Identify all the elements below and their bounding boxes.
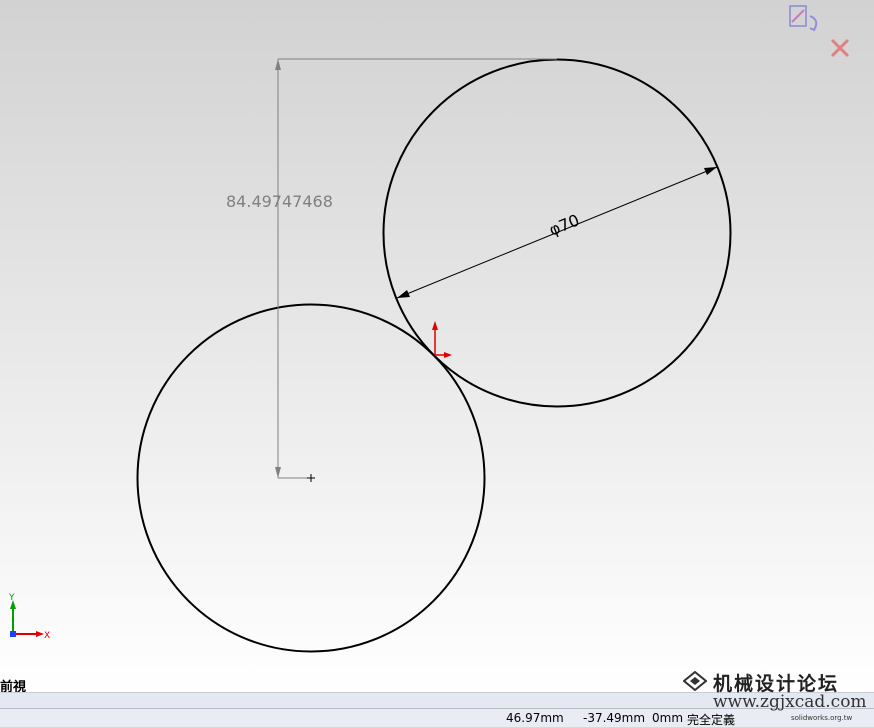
close-icon[interactable] xyxy=(830,38,850,58)
sketch-canvas[interactable]: 84.49747468 φ70 Y X xyxy=(0,0,874,692)
watermark-logo-icon xyxy=(683,671,707,691)
watermark: 机械设计论坛 www.zgjxcad.com solidworks.org.tw xyxy=(683,668,874,726)
status-z-coordinate: 0mm xyxy=(652,711,684,725)
watermark-sub: solidworks.org.tw xyxy=(791,714,853,722)
rebuild-icon[interactable] xyxy=(789,5,818,32)
triad-y-label: Y xyxy=(8,593,15,603)
status-y-coordinate: -37.49mm xyxy=(583,711,646,725)
confirmation-corner xyxy=(786,2,856,66)
tangent-relation-icon[interactable] xyxy=(432,321,452,358)
vertical-dimension-label[interactable]: 84.49747468 xyxy=(226,192,333,211)
center-point-marker xyxy=(307,474,315,482)
reference-triad: Y X xyxy=(8,593,50,641)
watermark-url: www.zgjxcad.com xyxy=(713,692,867,712)
triad-x-label: X xyxy=(44,631,50,641)
graphics-area[interactable]: 84.49747468 φ70 Y X xyxy=(0,0,874,692)
diameter-label[interactable]: φ70 xyxy=(546,210,582,239)
diameter-dimension[interactable]: φ70 xyxy=(396,166,718,299)
vertical-dimension[interactable]: 84.49747468 xyxy=(226,58,557,479)
status-x-coordinate: 46.97mm xyxy=(506,711,564,725)
